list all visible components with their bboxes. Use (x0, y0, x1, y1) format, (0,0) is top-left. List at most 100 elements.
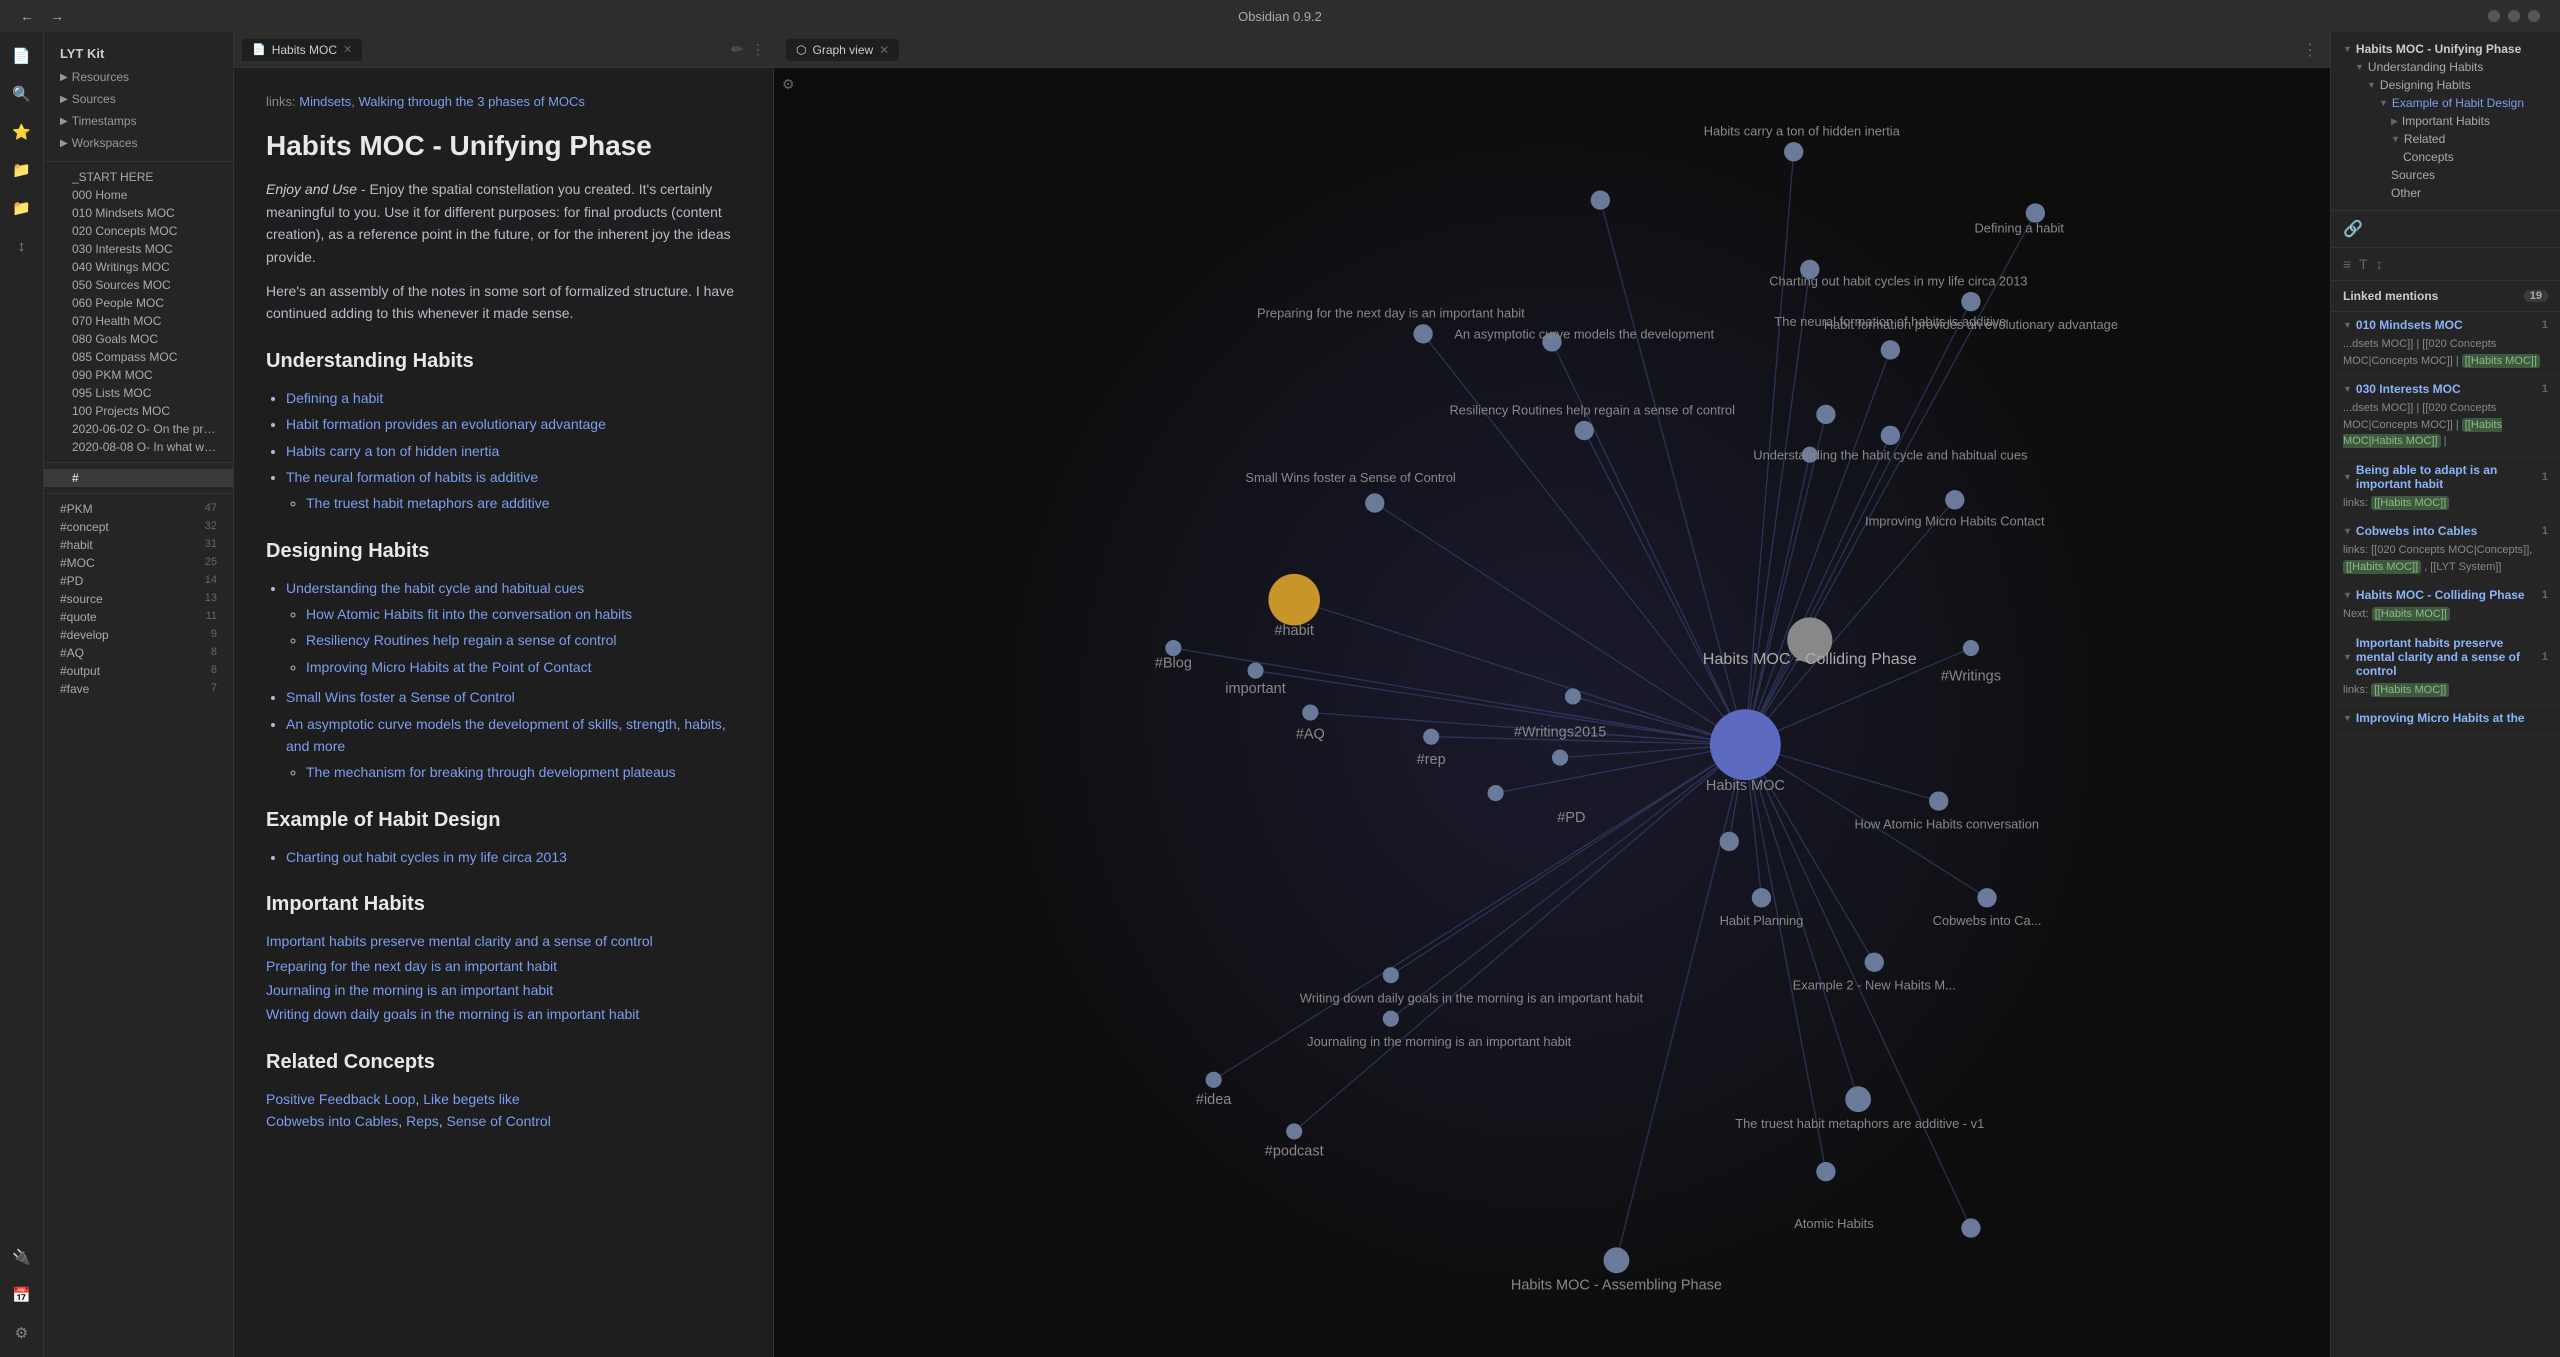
mention-group-cobwebs-title[interactable]: ▼ Cobwebs into Cables 1 (2343, 524, 2548, 538)
graph-node-podcast[interactable] (1286, 1123, 1302, 1139)
graph-node-important[interactable] (1247, 663, 1263, 679)
link-3phases[interactable]: Walking through the 3 phases of MOCs (359, 94, 585, 109)
link-inertia[interactable]: Habits carry a ton of hidden inertia (286, 443, 499, 459)
graph-node-writings2015[interactable] (1552, 750, 1568, 766)
graph-settings-icon[interactable]: ⚙ (782, 76, 795, 93)
sidebar-item-goals[interactable]: 080 Goals MOC (44, 330, 233, 348)
link-mindsets[interactable]: Mindsets (299, 94, 351, 109)
graph-node-journaling[interactable] (1383, 1011, 1399, 1027)
close-button[interactable] (2528, 10, 2540, 22)
link-important-1[interactable]: Important habits preserve mental clarity… (266, 930, 741, 952)
mention-group-micro-title[interactable]: ▼ Improving Micro Habits at the (2343, 711, 2548, 725)
graph-node-assembling[interactable] (1604, 1247, 1630, 1273)
link-truest[interactable]: The truest habit metaphors are additive (306, 495, 550, 511)
outline-item-designing[interactable]: ▼ Designing Habits (2331, 76, 2560, 94)
sidebar-tag-concept[interactable]: #concept 32 (44, 518, 233, 536)
graph-node-preparing[interactable] (1413, 324, 1432, 343)
tab-close-icon[interactable]: ✕ (343, 43, 352, 56)
link-neural[interactable]: The neural formation of habits is additi… (286, 469, 538, 485)
link-small-wins[interactable]: Small Wins foster a Sense of Control (286, 689, 515, 705)
link-charting[interactable]: Charting out habit cycles in my life cir… (286, 849, 567, 865)
sidebar-item-tags-hash[interactable]: # (44, 469, 233, 487)
mention-group-mindsets-title[interactable]: ▼ 010 Mindsets MOC 1 (2343, 318, 2548, 332)
link-like-begets[interactable]: Like begets like (423, 1091, 520, 1107)
sidebar-tag-pkm[interactable]: #PKM 47 (44, 500, 233, 518)
sidebar-item-lists[interactable]: 095 Lists MOC (44, 384, 233, 402)
sidebar-item-compass[interactable]: 085 Compass MOC (44, 348, 233, 366)
sidebar-tag-source[interactable]: #source 13 (44, 590, 233, 608)
graph-node-habit-planning[interactable] (1752, 888, 1771, 907)
more-options-icon[interactable]: ⋮ (751, 41, 765, 58)
graph-node-habits-moc[interactable] (1710, 709, 1781, 780)
graph-node-atomic-habits[interactable] (1816, 1162, 1835, 1181)
link-positive-feedback[interactable]: Positive Feedback Loop (266, 1091, 415, 1107)
graph-node-habit[interactable] (1268, 574, 1320, 626)
link-atomic[interactable]: How Atomic Habits fit into the conversat… (306, 606, 632, 622)
link-important-3[interactable]: Journaling in the morning is an importan… (266, 979, 741, 1001)
link-evolutionary[interactable]: Habit formation provides an evolutionary… (286, 416, 606, 432)
outline-item-concepts[interactable]: Concepts (2331, 148, 2560, 166)
graph-node-cobwebs[interactable] (1977, 888, 1996, 907)
graph-node-pd[interactable] (1488, 785, 1504, 801)
mention-group-adapt-title[interactable]: ▼ Being able to adapt is an important ha… (2343, 463, 2548, 491)
plugin-icon[interactable]: 🔌 (6, 1241, 38, 1273)
graph-node-aq[interactable] (1302, 704, 1318, 720)
sidebar-tag-aq[interactable]: #AQ 8 (44, 644, 233, 662)
sidebar-item-concepts[interactable]: 020 Concepts MOC (44, 222, 233, 240)
link-micro-habits[interactable]: Improving Micro Habits at the Point of C… (306, 659, 592, 675)
graph-node-truest[interactable] (1845, 1086, 1871, 1112)
maximize-button[interactable] (2508, 10, 2520, 22)
sidebar-tag-habit[interactable]: #habit 31 (44, 536, 233, 554)
outline-item-understanding[interactable]: ▼ Understanding Habits (2331, 58, 2560, 76)
outline-item-unifying[interactable]: ▼ Habits MOC - Unifying Phase (2331, 40, 2560, 58)
sidebar-item-start[interactable]: _START HERE (44, 168, 233, 186)
sidebar-group-timestamps-title[interactable]: ▶ Timestamps (44, 111, 233, 131)
sidebar-tag-pd[interactable]: #PD 14 (44, 572, 233, 590)
star-icon[interactable]: ⭐ (6, 116, 38, 148)
nav-forward-button[interactable]: → (46, 6, 68, 26)
graph-node-writings[interactable] (1963, 640, 1979, 656)
graph-node-inertia[interactable] (1784, 142, 1803, 161)
link-reps[interactable]: Reps (406, 1113, 439, 1129)
graph-node-small-wins[interactable] (1365, 493, 1384, 512)
list-icon[interactable]: ≡ (2343, 256, 2351, 272)
mention-group-colliding-title[interactable]: ▼ Habits MOC - Colliding Phase 1 (2343, 588, 2548, 602)
outline-item-example[interactable]: ▼ Example of Habit Design (2331, 94, 2560, 112)
sidebar-item-mindsets[interactable]: 010 Mindsets MOC (44, 204, 233, 222)
sidebar-item-sources[interactable]: 050 Sources MOC (44, 276, 233, 294)
graph-node-article[interactable] (1816, 405, 1835, 424)
outline-item-related[interactable]: ▼ Related (2331, 130, 2560, 148)
sidebar-tag-quote[interactable]: #quote 11 (44, 608, 233, 626)
sidebar-item-interests[interactable]: 030 Interests MOC (44, 240, 233, 258)
link-mechanism[interactable]: The mechanism for breaking through devel… (306, 764, 676, 780)
graph-node-habit-concepts[interactable] (1961, 1218, 1980, 1237)
sidebar-tag-fave[interactable]: #fave 7 (44, 680, 233, 698)
sidebar-item-pkm[interactable]: 090 PKM MOC (44, 366, 233, 384)
editor-tab-habits-moc[interactable]: 📄 Habits MOC ✕ (242, 39, 362, 61)
link-habit-cycle[interactable]: Understanding the habit cycle and habitu… (286, 580, 584, 596)
sort-order-icon[interactable]: ↕ (2376, 256, 2383, 272)
graph-node-micro[interactable] (1945, 490, 1964, 509)
mention-group-clarity-title[interactable]: ▼ Important habits preserve mental clari… (2343, 636, 2548, 678)
sidebar-item-projects[interactable]: 100 Projects MOC (44, 402, 233, 420)
sidebar-group-sources-title[interactable]: ▶ Sources (44, 89, 233, 109)
outline-item-sources[interactable]: Sources (2331, 166, 2560, 184)
graph-node-breaking[interactable] (1591, 190, 1610, 209)
sidebar-item-note1[interactable]: 2020-06-02 O- On the pro... (44, 420, 233, 438)
folder-icon[interactable]: 📁 (6, 192, 38, 224)
sidebar-item-writings[interactable]: 040 Writings MOC (44, 258, 233, 276)
sidebar-item-health[interactable]: 070 Health MOC (44, 312, 233, 330)
link-chain-icon[interactable]: 🔗 (2343, 221, 2363, 238)
link-asymptotic[interactable]: An asymptotic curve models the developme… (286, 716, 726, 754)
sidebar-item-note2[interactable]: 2020-08-08 O- In what way... (44, 438, 233, 456)
outline-item-other[interactable]: Other (2331, 184, 2560, 202)
graph-tab[interactable]: ⬡ Graph view ✕ (786, 39, 899, 61)
link-important-2[interactable]: Preparing for the next day is an importa… (266, 955, 741, 977)
graph-node-resiliency[interactable] (1575, 421, 1594, 440)
link-resiliency[interactable]: Resiliency Routines help regain a sense … (306, 632, 617, 648)
link-defining[interactable]: Defining a habit (286, 390, 383, 406)
folder-open-icon[interactable]: 📁 (6, 154, 38, 186)
mention-group-interests-title[interactable]: ▼ 030 Interests MOC 1 (2343, 382, 2548, 396)
link-cobwebs[interactable]: Cobwebs into Cables (266, 1113, 398, 1129)
graph-node-example-new[interactable] (1865, 953, 1884, 972)
